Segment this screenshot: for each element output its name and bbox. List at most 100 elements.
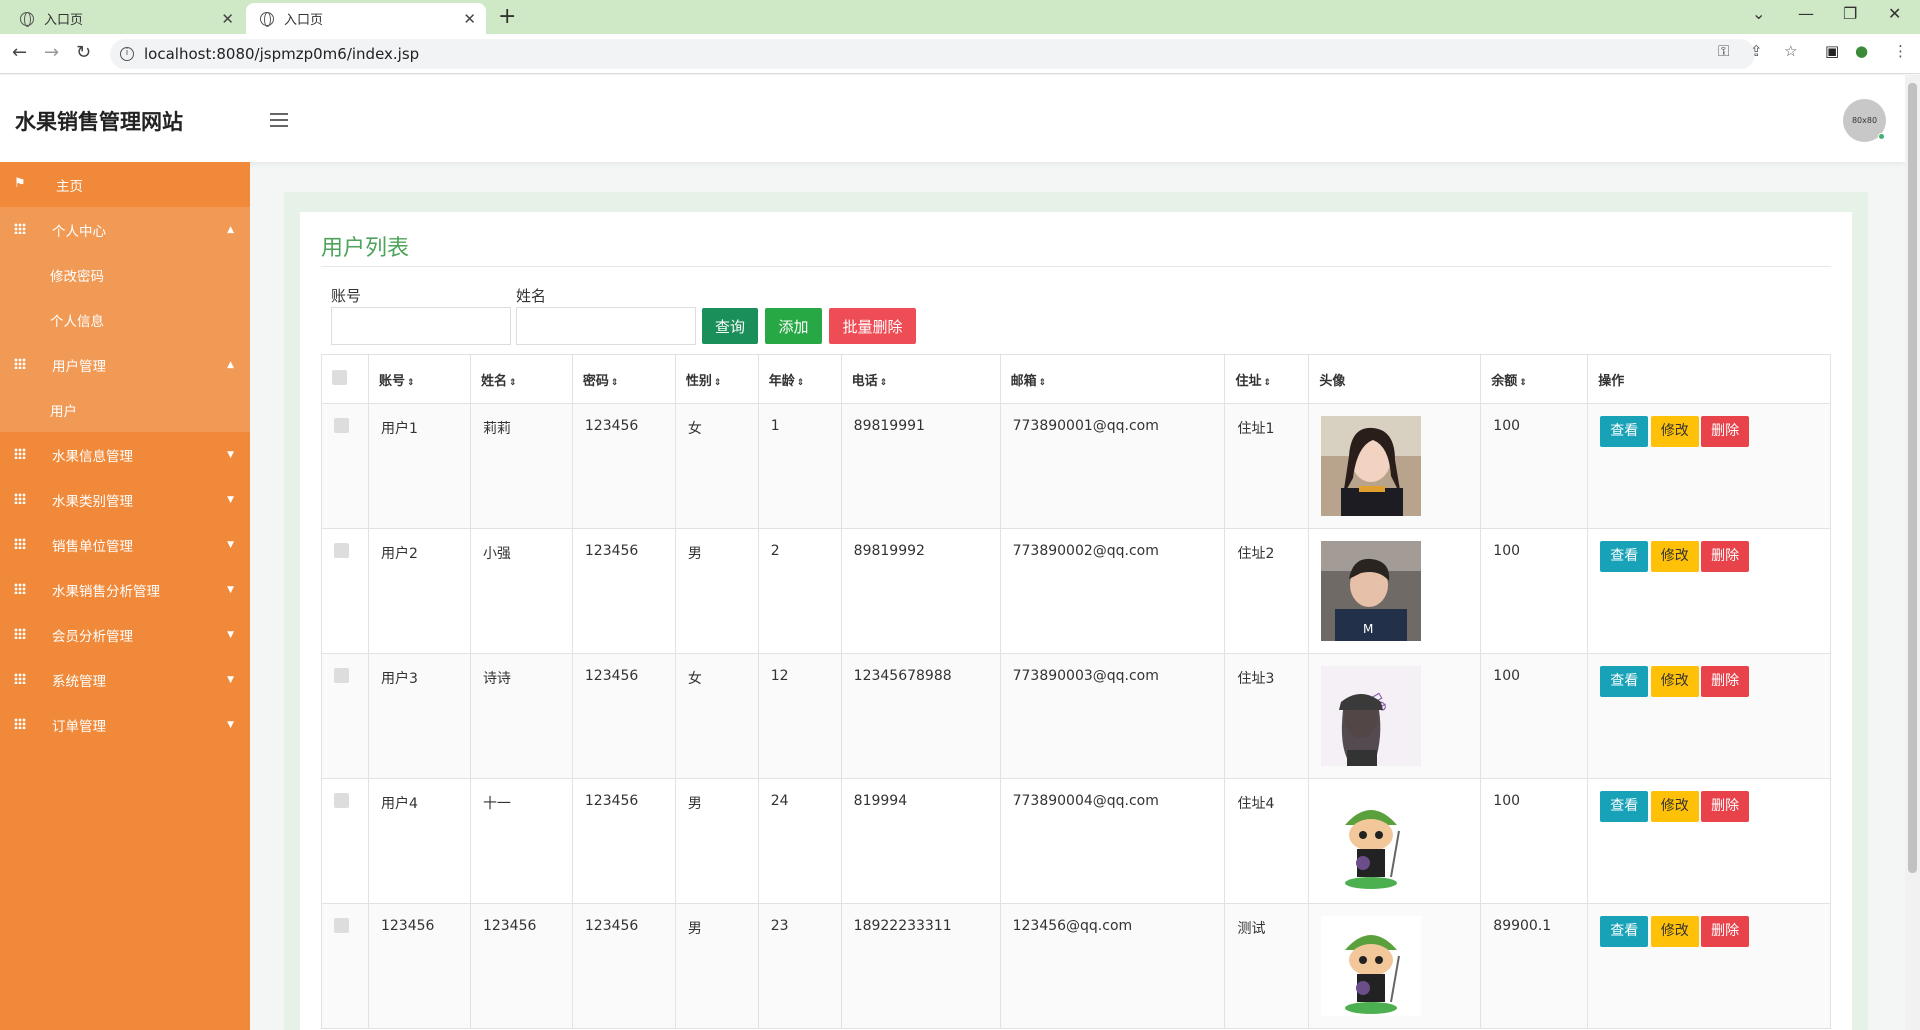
row-checkbox[interactable] <box>334 418 349 433</box>
row-select-cell[interactable] <box>321 653 369 779</box>
cell-balance: 89900.1 <box>1480 903 1589 1029</box>
cell-phone: 819994 <box>840 778 1001 904</box>
edit-button[interactable]: 修改 <box>1650 916 1699 947</box>
key-icon[interactable]: ⚿ <box>1718 42 1729 60</box>
name-filter-input[interactable] <box>516 307 696 345</box>
delete-button[interactable]: 删除 <box>1701 416 1750 447</box>
side-panel-icon[interactable]: ▣ <box>1825 42 1839 60</box>
caret-down-icon: ▼ <box>227 449 234 460</box>
batch-delete-button[interactable]: 批量删除 <box>829 308 916 344</box>
sidebar-item-orders[interactable]: 订单管理 ▼ <box>0 702 250 747</box>
sidebar-item-home[interactable]: ⚑ 主页 <box>0 162 250 207</box>
sidebar-item-sales-unit[interactable]: 销售单位管理 ▼ <box>0 522 250 567</box>
forward-icon[interactable]: → <box>44 42 59 63</box>
delete-button[interactable]: 删除 <box>1701 666 1750 697</box>
minimize-icon[interactable]: — <box>1798 4 1814 23</box>
row-select-cell[interactable] <box>321 528 369 654</box>
share-icon[interactable]: ⇪ <box>1750 42 1763 60</box>
site-info-icon[interactable]: i <box>120 47 134 61</box>
delete-button[interactable]: 删除 <box>1701 791 1750 822</box>
caret-down-icon: ▼ <box>227 719 234 730</box>
cell-phone: 18922233311 <box>840 903 1001 1029</box>
sidebar-item-sales-analysis[interactable]: 水果销售分析管理 ▼ <box>0 567 250 612</box>
column-header-age[interactable]: 年龄 ⇕ <box>757 354 842 404</box>
account-filter-input[interactable] <box>331 307 511 345</box>
view-button[interactable]: 查看 <box>1600 916 1649 947</box>
row-checkbox[interactable] <box>334 793 349 808</box>
column-header-email[interactable]: 邮箱 ⇕ <box>999 354 1226 404</box>
cell-name: 莉莉 <box>469 403 573 529</box>
row-select-cell[interactable] <box>321 903 369 1029</box>
select-all-checkbox[interactable] <box>332 369 347 385</box>
sidebar-item-system[interactable]: 系统管理 ▼ <box>0 657 250 702</box>
tab-search-icon[interactable]: ⌄ <box>1752 4 1765 23</box>
scrollbar-thumb[interactable] <box>1908 83 1917 873</box>
row-checkbox[interactable] <box>334 543 349 558</box>
sidebar-item-personal-center[interactable]: 个人中心 ▲ <box>0 207 250 252</box>
cell-avatar: ПФ <box>1308 653 1482 779</box>
view-button[interactable]: 查看 <box>1600 791 1649 822</box>
sort-icon: ⇕ <box>407 377 415 388</box>
delete-button[interactable]: 删除 <box>1701 541 1750 572</box>
column-header-phone[interactable]: 电话 ⇕ <box>840 354 1001 404</box>
column-header-avatar: 头像 <box>1308 354 1482 404</box>
restore-icon[interactable]: ❐ <box>1843 4 1857 23</box>
column-header-password[interactable]: 密码 ⇕ <box>571 354 676 404</box>
profile-icon[interactable]: ● <box>1855 42 1868 60</box>
add-button[interactable]: 添加 <box>765 308 822 344</box>
sort-icon: ⇕ <box>508 377 517 388</box>
edit-button[interactable]: 修改 <box>1650 416 1699 447</box>
address-bar: ← → ↻ i localhost:8080/jspmzp0m6/index.j… <box>0 34 1920 74</box>
sidebar-item-fruit-info[interactable]: 水果信息管理 ▼ <box>0 432 250 477</box>
cell-age: 23 <box>757 903 842 1029</box>
window-close-icon[interactable]: ✕ <box>1888 4 1901 23</box>
sidebar-item-fruit-category[interactable]: 水果类别管理 ▼ <box>0 477 250 522</box>
edit-button[interactable]: 修改 <box>1650 541 1699 572</box>
cell-gender: 女 <box>674 403 759 529</box>
close-icon[interactable]: ✕ <box>463 10 476 28</box>
row-checkbox[interactable] <box>334 918 349 933</box>
view-button[interactable]: 查看 <box>1600 416 1649 447</box>
sidebar-subitem-personal-info[interactable]: 个人信息 <box>0 297 250 342</box>
grid-icon <box>14 448 26 459</box>
row-checkbox[interactable] <box>334 668 349 683</box>
menu-toggle-icon[interactable] <box>270 113 288 127</box>
column-header-address[interactable]: 住址 ⇕ <box>1224 354 1310 404</box>
cell-address: 住址3 <box>1224 653 1310 779</box>
delete-button[interactable]: 删除 <box>1701 916 1750 947</box>
new-tab-icon[interactable]: + <box>498 4 516 29</box>
sort-icon: ⇕ <box>879 377 888 388</box>
column-header-account[interactable]: 账号 ⇕ <box>367 354 471 404</box>
edit-button[interactable]: 修改 <box>1650 666 1699 697</box>
sidebar-item-label: 销售单位管理 <box>52 538 133 555</box>
edit-button[interactable]: 修改 <box>1650 791 1699 822</box>
menu-dots-icon[interactable]: ⋮ <box>1893 42 1908 60</box>
close-icon[interactable]: ✕ <box>221 10 234 28</box>
sidebar-subitem-user[interactable]: 用户 <box>0 387 250 432</box>
view-button[interactable]: 查看 <box>1600 666 1649 697</box>
sidebar-item-user-management[interactable]: 用户管理 ▲ <box>0 342 250 387</box>
sidebar-subitem-change-password[interactable]: 修改密码 <box>0 252 250 297</box>
avatar[interactable]: 80x80 <box>1843 99 1886 142</box>
globe-icon <box>20 11 34 27</box>
reload-icon[interactable]: ↻ <box>76 42 91 63</box>
globe-icon <box>260 11 274 27</box>
grid-icon <box>14 583 26 594</box>
bookmark-star-icon[interactable]: ☆ <box>1784 42 1797 60</box>
url-field[interactable]: i localhost:8080/jspmzp0m6/index.jsp <box>110 39 1755 69</box>
query-button[interactable]: 查询 <box>702 308 758 344</box>
column-header-gender[interactable]: 性别 ⇕ <box>674 354 759 404</box>
sidebar-item-label: 主页 <box>56 178 83 195</box>
sidebar-item-member-analysis[interactable]: 会员分析管理 ▼ <box>0 612 250 657</box>
back-icon[interactable]: ← <box>12 42 27 63</box>
row-select-cell[interactable] <box>321 778 369 904</box>
user-table: 账号 ⇕ 姓名 ⇕ 密码 ⇕ 性别 ⇕ 年龄 ⇕ 电话 ⇕ 邮箱 ⇕ 住址 ⇕ 头像 余额 ⇕ 操… <box>321 354 1831 1029</box>
browser-tab-active[interactable]: 入口页 ✕ <box>246 3 486 34</box>
row-select-cell[interactable] <box>321 403 369 529</box>
browser-tab[interactable]: 入口页 ✕ <box>6 3 244 34</box>
column-header-balance[interactable]: 余额 ⇕ <box>1480 354 1589 404</box>
view-button[interactable]: 查看 <box>1600 541 1649 572</box>
select-all-cell[interactable] <box>321 354 369 404</box>
column-header-name[interactable]: 姓名 ⇕ <box>469 354 573 404</box>
page-scrollbar[interactable] <box>1905 75 1920 1030</box>
